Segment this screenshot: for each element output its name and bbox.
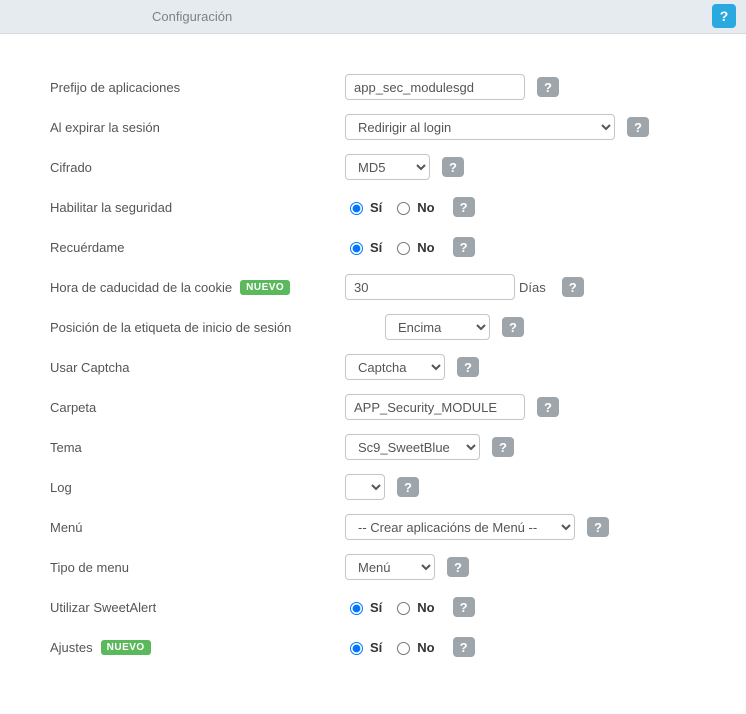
sweetalert-yes[interactable] [350, 602, 363, 615]
menu-type-select[interactable]: Menú [345, 554, 435, 580]
help-icon[interactable]: ? [453, 637, 475, 657]
row-remember-me: Recuérdame Sí No ? [50, 234, 696, 260]
remember-me-no[interactable] [397, 242, 410, 255]
label-cookie-expiry: Hora de caducidad de la cookie [50, 280, 232, 295]
help-icon[interactable]: ? [537, 77, 559, 97]
label-theme: Tema [50, 440, 82, 455]
row-cookie-expiry: Hora de caducidad de la cookie NUEVO Día… [50, 274, 696, 300]
radio-yes-label: Sí [370, 240, 382, 255]
sweetalert-radio: Sí No [345, 599, 441, 615]
row-folder: Carpeta ? [50, 394, 696, 420]
app-prefix-input[interactable] [345, 74, 525, 100]
row-menu: Menú -- Crear aplicacións de Menú -- ? [50, 514, 696, 540]
header: Configuración ? [0, 0, 746, 34]
folder-input[interactable] [345, 394, 525, 420]
theme-select[interactable]: Sc9_SweetBlue [345, 434, 480, 460]
radio-yes-label: Sí [370, 200, 382, 215]
settings-radio: Sí No [345, 639, 441, 655]
label-settings: Ajustes [50, 640, 93, 655]
row-menu-type: Tipo de menu Menú ? [50, 554, 696, 580]
label-folder: Carpeta [50, 400, 96, 415]
help-icon[interactable]: ? [457, 357, 479, 377]
help-icon[interactable]: ? [453, 237, 475, 257]
row-theme: Tema Sc9_SweetBlue ? [50, 434, 696, 460]
label-position-select[interactable]: Encima [385, 314, 490, 340]
radio-no-label: No [417, 240, 434, 255]
page-title: Configuración [12, 9, 232, 24]
enable-security-yes[interactable] [350, 202, 363, 215]
help-icon[interactable]: ? [712, 4, 736, 28]
captcha-select[interactable]: Captcha [345, 354, 445, 380]
row-session-expire: Al expirar la sesión Redirigir al login … [50, 114, 696, 140]
label-label-position: Posición de la etiqueta de inicio de ses… [50, 320, 291, 335]
enable-security-radio: Sí No [345, 199, 441, 215]
settings-yes[interactable] [350, 642, 363, 655]
help-icon[interactable]: ? [492, 437, 514, 457]
label-menu: Menú [50, 520, 83, 535]
remember-me-yes[interactable] [350, 242, 363, 255]
label-enable-security: Habilitar la seguridad [50, 200, 172, 215]
help-icon[interactable]: ? [502, 317, 524, 337]
session-expire-select[interactable]: Redirigir al login [345, 114, 615, 140]
row-label-position: Posición de la etiqueta de inicio de ses… [50, 314, 696, 340]
new-badge: NUEVO [101, 640, 151, 655]
label-captcha: Usar Captcha [50, 360, 129, 375]
label-menu-type: Tipo de menu [50, 560, 129, 575]
row-log: Log ? [50, 474, 696, 500]
menu-select[interactable]: -- Crear aplicacións de Menú -- [345, 514, 575, 540]
row-captcha: Usar Captcha Captcha ? [50, 354, 696, 380]
help-icon[interactable]: ? [397, 477, 419, 497]
label-app-prefix: Prefijo de aplicaciones [50, 80, 180, 95]
row-app-prefix: Prefijo de aplicaciones ? [50, 74, 696, 100]
radio-yes-label: Sí [370, 600, 382, 615]
help-icon[interactable]: ? [453, 197, 475, 217]
help-icon[interactable]: ? [562, 277, 584, 297]
help-icon[interactable]: ? [453, 597, 475, 617]
log-select[interactable] [345, 474, 385, 500]
help-icon[interactable]: ? [442, 157, 464, 177]
label-sweetalert: Utilizar SweetAlert [50, 600, 156, 615]
help-icon[interactable]: ? [587, 517, 609, 537]
help-icon[interactable]: ? [537, 397, 559, 417]
sweetalert-no[interactable] [397, 602, 410, 615]
remember-me-radio: Sí No [345, 239, 441, 255]
row-enable-security: Habilitar la seguridad Sí No ? [50, 194, 696, 220]
row-cipher: Cifrado MD5 ? [50, 154, 696, 180]
radio-no-label: No [417, 600, 434, 615]
radio-no-label: No [417, 640, 434, 655]
cookie-expiry-unit: Días [519, 280, 546, 295]
radio-yes-label: Sí [370, 640, 382, 655]
label-session-expire: Al expirar la sesión [50, 120, 160, 135]
enable-security-no[interactable] [397, 202, 410, 215]
label-log: Log [50, 480, 72, 495]
cookie-expiry-input[interactable] [345, 274, 515, 300]
settings-no[interactable] [397, 642, 410, 655]
label-cipher: Cifrado [50, 160, 92, 175]
row-sweetalert: Utilizar SweetAlert Sí No ? [50, 594, 696, 620]
new-badge: NUEVO [240, 280, 290, 295]
help-icon[interactable]: ? [447, 557, 469, 577]
row-settings: Ajustes NUEVO Sí No ? [50, 634, 696, 660]
config-form: Prefijo de aplicaciones ? Al expirar la … [0, 34, 746, 714]
label-remember-me: Recuérdame [50, 240, 124, 255]
radio-no-label: No [417, 200, 434, 215]
help-icon[interactable]: ? [627, 117, 649, 137]
cipher-select[interactable]: MD5 [345, 154, 430, 180]
